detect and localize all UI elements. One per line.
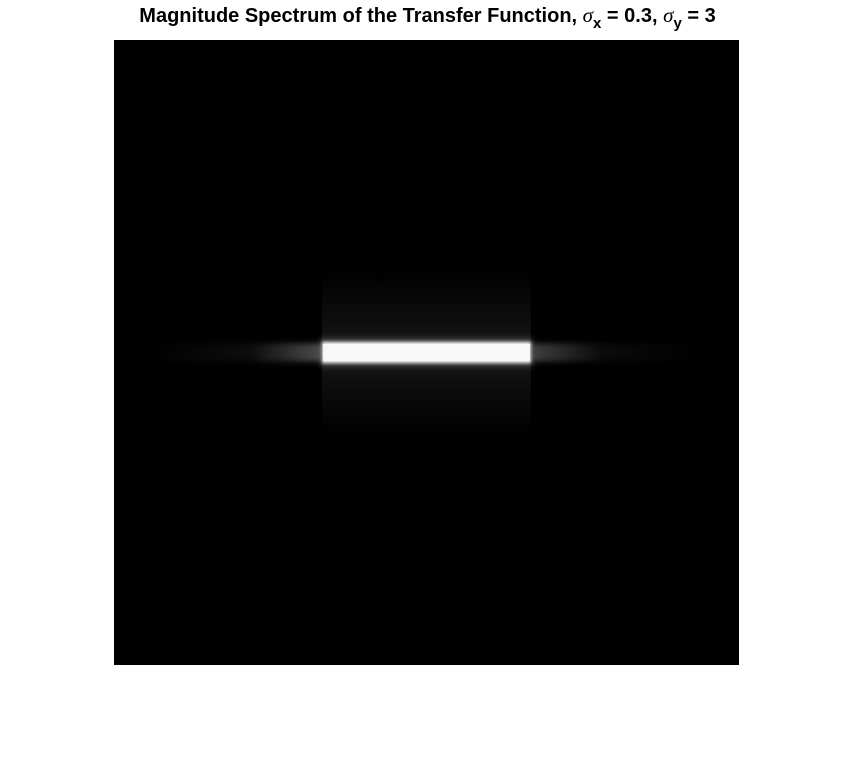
sigma-x-subscript: x [593,15,602,32]
horizontal-glow-right [530,343,708,362]
chart-title: Magnitude Spectrum of the Transfer Funct… [0,2,855,32]
image-axes [114,40,739,665]
sigma-y-value: = 3 [681,5,716,27]
horizontal-glow-left [145,343,323,362]
title-prefix: Magnitude Spectrum of the Transfer Funct… [139,5,583,27]
sigma-y-symbol: σ [663,3,674,27]
sigma-x-value: = 0.3, [601,5,664,27]
sigma-x-symbol: σ [582,3,594,27]
central-band-core [323,343,530,362]
figure-canvas: Magnitude Spectrum of the Transfer Funct… [0,0,855,766]
spectrum-image [114,40,739,665]
sigma-y-subscript: y [673,15,682,32]
